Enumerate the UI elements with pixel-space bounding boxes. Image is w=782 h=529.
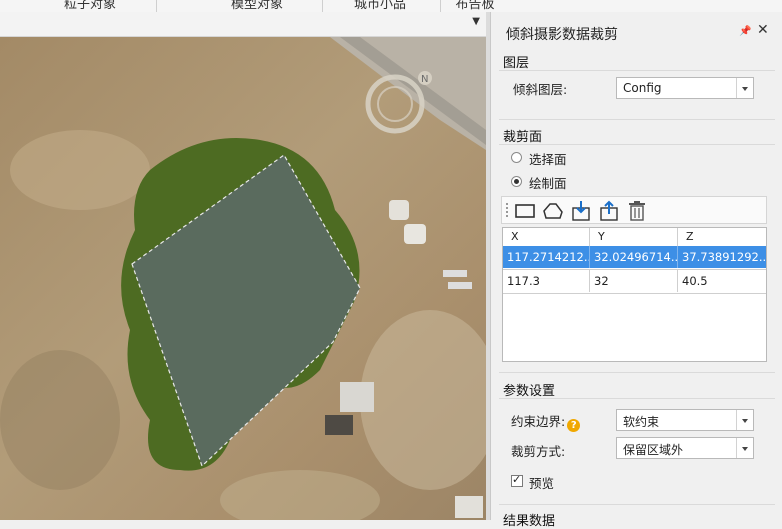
radio-draw-face-label[interactable]: 绘制面 bbox=[529, 173, 567, 192]
preview-checkbox[interactable] bbox=[511, 473, 523, 487]
structure bbox=[389, 200, 409, 220]
section-divider bbox=[499, 372, 775, 373]
tab-billboard[interactable]: 布告板 bbox=[450, 0, 500, 12]
close-icon[interactable]: ✕ bbox=[757, 22, 769, 38]
boundary-label-text: 约束边界: bbox=[511, 414, 566, 429]
table-row[interactable]: 117.2714212... 32.02496714... 37.7389129… bbox=[503, 246, 766, 270]
toolbar-dropdown-icon[interactable]: ▼ bbox=[472, 16, 480, 27]
column-header-x[interactable]: X bbox=[503, 228, 590, 246]
aerial-scene[interactable]: N bbox=[0, 37, 486, 520]
boundary-label: 约束边界:? bbox=[511, 411, 581, 432]
layer-label: 倾斜图层: bbox=[513, 82, 568, 97]
section-divider bbox=[499, 398, 775, 399]
export-icon[interactable] bbox=[598, 200, 620, 222]
section-title-params: 参数设置 bbox=[503, 384, 556, 399]
layer-select-value: Config bbox=[623, 81, 662, 95]
chevron-down-icon[interactable] bbox=[736, 410, 753, 430]
table-cell[interactable]: 117.3 bbox=[503, 270, 590, 292]
table-cell[interactable]: 37.73891292... bbox=[678, 246, 766, 268]
tab-model-objects[interactable]: 模型对象 bbox=[225, 0, 289, 12]
help-icon[interactable]: ? bbox=[567, 419, 581, 432]
table-cell[interactable]: 117.2714212... bbox=[503, 246, 590, 268]
preview-label[interactable]: 预览 bbox=[529, 473, 554, 492]
top-tab-strip: 粒子对象 模型对象 城市小品 布告板 bbox=[0, 0, 782, 12]
map-toolbar: ▼ bbox=[0, 12, 486, 37]
chevron-down-icon[interactable] bbox=[736, 438, 753, 458]
section-divider bbox=[499, 504, 775, 505]
section-title-clip: 裁剪面 bbox=[503, 130, 543, 145]
layer-select[interactable]: Config bbox=[616, 77, 754, 99]
section-title-layer: 图层 bbox=[503, 56, 530, 71]
coordinate-table: X Y Z 117.2714212... 32.02496714... 37.7… bbox=[502, 227, 767, 362]
panel-title: 倾斜摄影数据裁剪 bbox=[506, 27, 618, 43]
rectangle-icon[interactable] bbox=[514, 200, 536, 222]
clip-mode-label: 裁剪方式: bbox=[511, 444, 566, 459]
clip-mode-select[interactable]: 保留区域外 bbox=[616, 437, 754, 459]
tab-separator bbox=[440, 0, 441, 12]
tab-separator bbox=[156, 0, 157, 12]
radio-select-face[interactable] bbox=[511, 152, 522, 163]
radio-draw-face[interactable] bbox=[511, 176, 522, 187]
column-header-y[interactable]: Y bbox=[590, 228, 678, 246]
clip-panel: 倾斜摄影数据裁剪 📌 ✕ 图层 倾斜图层: Config 裁剪面 选择面 绘制面 bbox=[490, 12, 782, 529]
column-header-z[interactable]: Z bbox=[678, 228, 766, 246]
map-view[interactable]: N bbox=[0, 37, 486, 520]
import-icon[interactable] bbox=[570, 200, 592, 222]
radio-select-face-label[interactable]: 选择面 bbox=[529, 149, 567, 168]
section-divider bbox=[499, 119, 775, 120]
table-header: X Y Z bbox=[503, 228, 766, 247]
section-divider bbox=[499, 144, 775, 145]
polygon-icon[interactable] bbox=[542, 200, 564, 222]
table-cell[interactable]: 32 bbox=[590, 270, 678, 292]
pin-icon[interactable]: 📌 bbox=[739, 26, 751, 37]
tab-particle-objects[interactable]: 粒子对象 bbox=[60, 0, 120, 12]
clip-mode-select-value: 保留区域外 bbox=[623, 443, 684, 457]
toolbar-grip[interactable] bbox=[506, 203, 508, 219]
tab-separator bbox=[322, 0, 323, 12]
compass-north-label: N bbox=[421, 74, 428, 85]
structure bbox=[404, 224, 426, 244]
boundary-select-value: 软约束 bbox=[623, 415, 660, 429]
table-cell[interactable]: 40.5 bbox=[678, 270, 766, 292]
delete-icon[interactable] bbox=[626, 200, 648, 222]
chevron-down-icon[interactable] bbox=[736, 78, 753, 98]
table-cell[interactable]: 32.02496714... bbox=[590, 246, 678, 268]
draw-toolbar bbox=[501, 196, 767, 224]
tab-city-furniture[interactable]: 城市小品 bbox=[348, 0, 412, 12]
table-row[interactable]: 117.3 32 40.5 bbox=[503, 270, 766, 294]
section-divider bbox=[499, 70, 775, 71]
boundary-select[interactable]: 软约束 bbox=[616, 409, 754, 431]
